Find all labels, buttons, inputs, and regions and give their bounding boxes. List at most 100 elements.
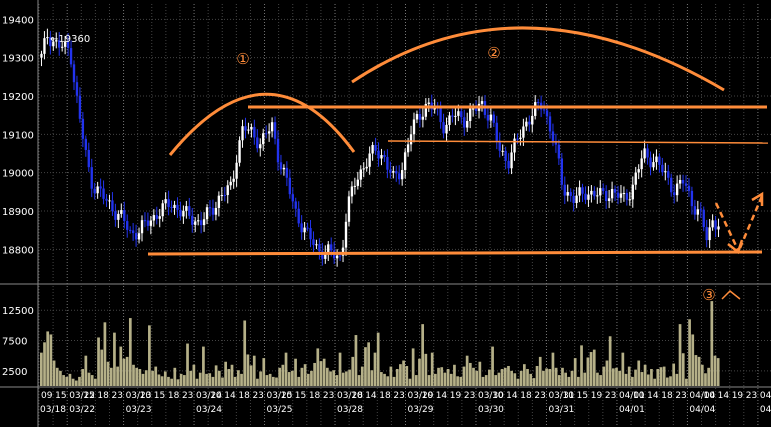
candle-body <box>327 244 330 253</box>
annotation-label-2: ② <box>487 44 500 62</box>
candle-body <box>412 119 416 135</box>
candle-body <box>276 138 280 163</box>
candle-body <box>389 169 392 173</box>
volume-bar <box>43 342 46 386</box>
candle-body <box>194 221 197 225</box>
candle-body <box>643 148 646 159</box>
candle-body <box>398 173 401 180</box>
volume-bar <box>303 364 307 386</box>
volume-bar <box>341 372 345 386</box>
candle-body <box>593 190 596 197</box>
candle-body <box>359 169 362 180</box>
volume-bar <box>294 358 297 386</box>
x-tick-label: 14 <box>506 391 518 401</box>
candle-body <box>143 220 147 222</box>
candle-body <box>140 220 144 234</box>
candle-body <box>578 187 581 196</box>
candle-body <box>214 207 218 215</box>
volume-up-mark <box>721 289 741 300</box>
candle-body <box>655 156 658 163</box>
volume-bar <box>561 367 564 386</box>
candle-body <box>262 133 265 145</box>
candle-body <box>134 233 138 240</box>
candle-body <box>678 179 682 184</box>
x-tick-label: 18 <box>309 391 321 401</box>
volume-bar <box>151 370 154 386</box>
volume-bar <box>557 375 561 386</box>
candle-body <box>528 121 531 125</box>
x-tick-label: 18 <box>661 391 673 401</box>
candle-body <box>519 137 522 140</box>
candle-body <box>687 185 691 191</box>
volume-bar <box>141 373 145 386</box>
candle-body <box>256 137 259 149</box>
volume-bar <box>100 349 104 386</box>
volume-bar <box>243 320 247 386</box>
volume-bar <box>373 352 377 386</box>
candle-body <box>196 220 200 222</box>
candle-body <box>371 144 374 154</box>
volume-bar <box>488 369 491 386</box>
candle-body <box>60 46 64 48</box>
volume-bar <box>116 366 119 386</box>
volume-bar <box>122 358 126 386</box>
volume-bar <box>710 301 714 386</box>
candle-body <box>297 208 300 224</box>
candle-body <box>377 150 380 159</box>
candle-body <box>303 227 306 233</box>
y-tick-label: 19100 <box>2 130 34 141</box>
candle-body <box>120 210 123 214</box>
x-tick-label: 23 <box>605 391 616 401</box>
volume-bar <box>475 370 479 386</box>
volume-bar <box>685 378 688 386</box>
arc-2 <box>351 26 725 92</box>
volume-bar <box>195 378 199 386</box>
candle-body <box>658 156 661 165</box>
candle-body <box>590 190 593 195</box>
volume-bar <box>478 361 482 386</box>
candle-body <box>400 170 404 180</box>
volume-bar <box>542 370 545 386</box>
candle-body <box>315 244 318 246</box>
volume-bar <box>618 370 622 386</box>
x-tick-label: 15 <box>577 391 588 401</box>
candle-body <box>99 186 102 189</box>
volume-bar <box>256 378 259 386</box>
candle-body <box>152 215 156 221</box>
candle-body <box>693 206 697 215</box>
volume-bar <box>230 364 234 386</box>
volume-bar <box>443 372 447 386</box>
x-tick-label: 10 <box>704 391 716 401</box>
candle-body <box>158 216 161 219</box>
volume-bar <box>669 376 672 386</box>
x-tick-label: 14 <box>365 391 377 401</box>
volume-bar <box>202 346 205 386</box>
volume-bar <box>646 374 650 386</box>
volume-bar <box>570 370 574 386</box>
volume-tick-label: 7500 <box>2 337 27 348</box>
volume-bar <box>605 360 609 386</box>
candle-body <box>294 201 297 209</box>
volume-bar <box>494 375 498 386</box>
candle-body <box>667 171 670 178</box>
candle-body <box>675 183 679 196</box>
volume-bar <box>405 365 409 386</box>
candle-body <box>421 116 425 120</box>
volume-tick-label: 2500 <box>2 367 27 378</box>
candle-body <box>229 181 232 186</box>
volume-bar <box>577 376 580 386</box>
candle-body <box>137 233 141 240</box>
candle-body <box>362 168 365 170</box>
volume-bar <box>224 361 227 386</box>
volume-bar <box>548 369 552 386</box>
volume-bar <box>421 324 425 386</box>
candle-body <box>486 114 490 121</box>
volume-bar <box>78 376 81 386</box>
candle-body <box>244 126 247 131</box>
volume-bar <box>281 364 285 386</box>
candle-body <box>566 192 569 196</box>
volume-bar <box>538 356 542 386</box>
volume-bar <box>380 372 383 386</box>
candle-body <box>584 193 587 200</box>
volume-bar <box>94 378 97 386</box>
